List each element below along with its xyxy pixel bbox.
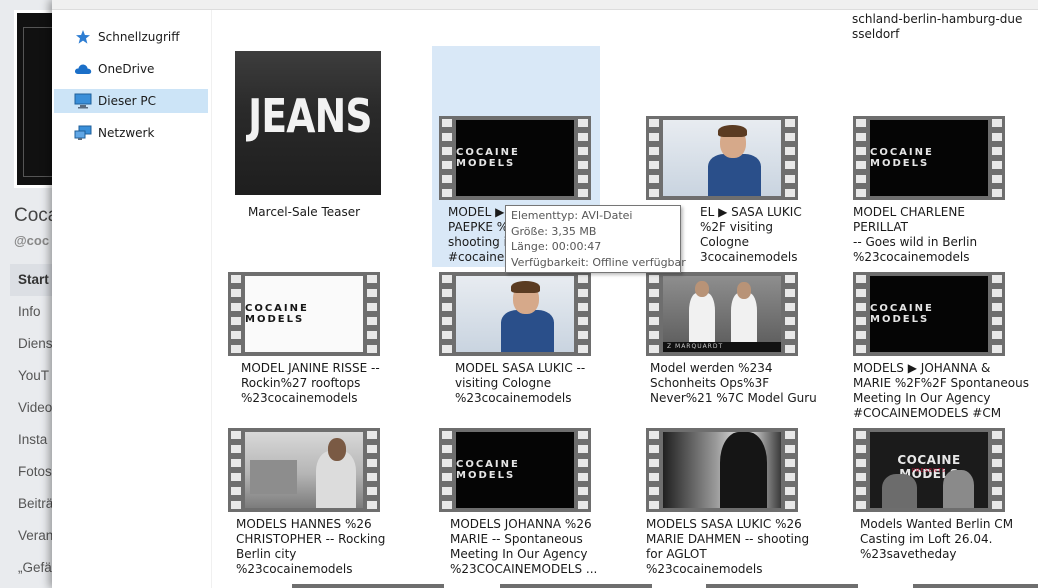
file-item[interactable]: JEANS Marcel-Sale Teaser (220, 46, 388, 226)
star-icon (74, 29, 92, 45)
file-list: schland-berlin-hamburg-due sseldorf JEAN… (212, 10, 1038, 588)
thumbnail-subtext: PRESENTS (912, 467, 946, 474)
sidebar-item-label: Netzwerk (98, 126, 155, 140)
video-thumbnail: COCAINE MODELS PRESENTS (853, 428, 1005, 512)
sidebar-item-this-pc[interactable]: Dieser PC (54, 89, 208, 113)
thumbnail-text: COCAINE MODELS (456, 147, 520, 169)
background-page: Coca @coc Start Info Diens YouT Video In… (0, 0, 65, 588)
video-thumbnail-partial (706, 584, 858, 588)
video-thumbnail (439, 272, 591, 356)
file-explorer-window: Schnellzugriff OneDrive Dieser PC Netzwe… (52, 0, 1038, 588)
thumbnail-text: JEANS (248, 89, 372, 143)
tooltip-size: Größe: 3,35 MB (511, 224, 597, 238)
window-top-edge (52, 0, 1038, 10)
file-name: MODELS JOHANNA %26 MARIE -- Spontaneous … (450, 517, 598, 576)
file-name: EL ▶ SASA LUKIC %2F visiting Cologne 3co… (700, 205, 802, 264)
file-name: MODEL SASA LUKIC -- visiting Cologne %23… (455, 361, 586, 405)
video-thumbnail-partial (913, 584, 1038, 588)
video-thumbnail: COCAINE MODELS (853, 116, 1005, 200)
file-item[interactable]: MODELS HANNES %26 CHRISTOPHER -- Rocking… (220, 428, 388, 588)
file-info-tooltip: Elementtyp: AVI-Datei Größe: 3,35 MB Län… (505, 205, 686, 273)
video-thumbnail: JEANS (235, 51, 381, 195)
video-thumbnail: COCAINE MODELS (228, 272, 380, 356)
thumbnail-text: COCAINE MODELS (870, 303, 934, 325)
video-thumbnail: COCAINE MODELS (853, 272, 1005, 356)
sidebar-item-label: Schnellzugriff (98, 30, 180, 44)
video-thumbnail-partial (500, 584, 652, 588)
thumbnail-text: Z MARQUARDT (663, 342, 781, 352)
file-item[interactable]: COCAINE MODELS MODEL JANINE RISSE -- Roc… (220, 272, 388, 422)
file-item[interactable]: MODELS SASA LUKIC %26 MARIE DAHMEN -- sh… (638, 428, 809, 588)
video-thumbnail: Z MARQUARDT (646, 272, 798, 356)
file-item[interactable]: COCAINE MODELS PRESENTS Models Wanted Be… (845, 428, 1013, 588)
thumbnail-text: COCAINE MODELS (870, 147, 934, 169)
file-name: Model werden %234 Schonheits Ops%3F Neve… (650, 361, 817, 405)
file-name: MODEL CHARLENE PERILLAT -- Goes wild in … (853, 205, 978, 264)
sidebar-item-quick-access[interactable]: Schnellzugriff (54, 25, 208, 49)
tooltip-length: Länge: 00:00:47 (511, 240, 602, 253)
cloud-icon (74, 61, 92, 77)
file-name: MODEL JANINE RISSE -- Rockin%27 rooftops… (241, 361, 380, 405)
file-name-partial[interactable]: schland-berlin-hamburg-due sseldorf (852, 12, 1032, 42)
video-thumbnail (646, 428, 798, 512)
computer-icon (74, 93, 92, 109)
file-name: Marcel-Sale Teaser (247, 205, 361, 219)
video-thumbnail-partial (292, 584, 444, 588)
file-item[interactable]: COCAINE MODELS MODELS JOHANNA %26 MARIE … (432, 428, 600, 588)
file-name: MODELS ▶ JOHANNA & MARIE %2F%2F Spontane… (853, 361, 1029, 420)
video-thumbnail: COCAINE MODELS (439, 116, 591, 200)
video-thumbnail: COCAINE MODELS (439, 428, 591, 512)
thumbnail-text: COCAINE MODELS (245, 303, 309, 325)
page-handle: @coc (14, 233, 50, 248)
video-thumbnail (228, 428, 380, 512)
sidebar-item-label: Dieser PC (98, 94, 156, 108)
video-thumbnail (646, 116, 798, 200)
file-name: MODELS HANNES %26 CHRISTOPHER -- Rocking… (236, 517, 386, 576)
sidebar-item-onedrive[interactable]: OneDrive (54, 57, 208, 81)
file-item[interactable]: EL ▶ SASA LUKIC %2F visiting Cologne 3co… (638, 46, 806, 264)
sidebar-item-label: OneDrive (98, 62, 155, 76)
sidebar-item-network[interactable]: Netzwerk (54, 121, 208, 145)
file-item[interactable]: Z MARQUARDT Model werden %234 Schonheits… (638, 272, 817, 422)
navigation-pane: Schnellzugriff OneDrive Dieser PC Netzwe… (52, 10, 212, 588)
network-icon (74, 125, 92, 141)
file-item[interactable]: COCAINE MODELS MODEL CHARLENE PERILLAT -… (845, 46, 1013, 264)
file-item[interactable]: MODEL SASA LUKIC -- visiting Cologne %23… (432, 272, 600, 422)
tooltip-type: Elementtyp: AVI-Datei (511, 209, 633, 222)
file-name: MODELS SASA LUKIC %26 MARIE DAHMEN -- sh… (646, 517, 810, 576)
thumbnail-text: COCAINE MODELS (456, 459, 520, 481)
file-name: Models Wanted Berlin CM Casting im Loft … (860, 517, 1014, 561)
file-item[interactable]: COCAINE MODELS MODELS ▶ JOHANNA & MARIE … (845, 272, 1029, 422)
tooltip-availability: Verfügbarkeit: Offline verfügbar (511, 255, 686, 269)
